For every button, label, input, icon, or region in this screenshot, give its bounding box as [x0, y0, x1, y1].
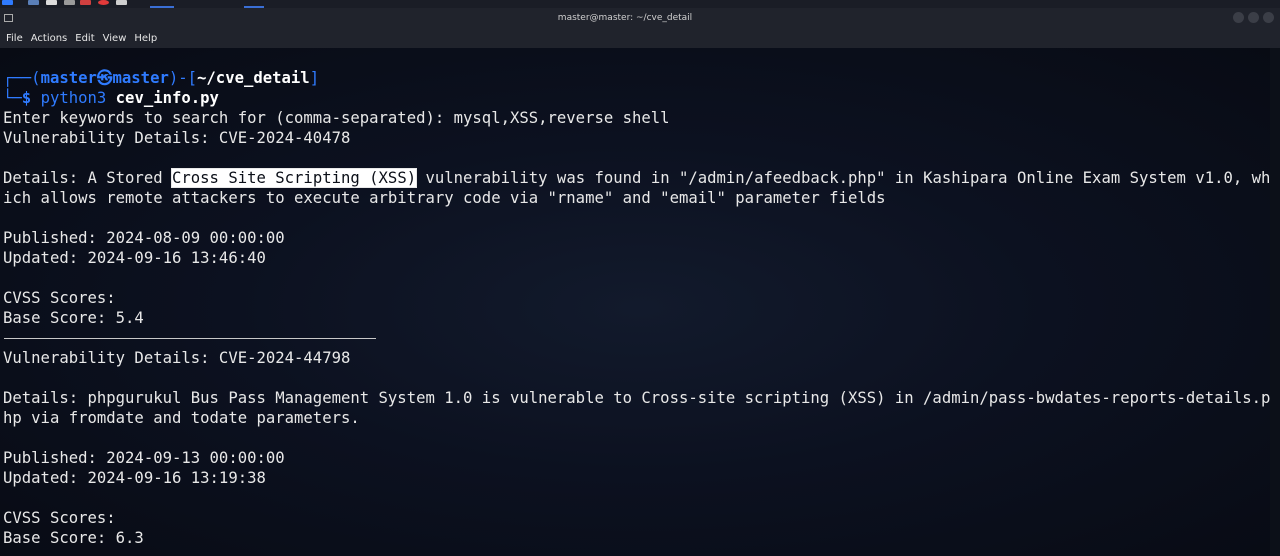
- menu-actions[interactable]: Actions: [31, 33, 68, 44]
- vuln1-updated: Updated: 2024-09-16 13:46:40: [3, 249, 266, 267]
- vuln1-details-suffix: vulnerability was found in "/admin/afeed…: [416, 169, 1271, 187]
- prompt-bracket-close: ]: [309, 69, 320, 87]
- vuln2-details-line1: Details: phpgurukul Bus Pass Management …: [3, 389, 1271, 407]
- vuln2-updated: Updated: 2024-09-16 13:19:38: [3, 469, 266, 487]
- prompt-at-icon: ㉿: [96, 69, 113, 87]
- window-icon[interactable]: [116, 0, 127, 5]
- terminal-launcher-icon[interactable]: [64, 0, 75, 5]
- menu-file[interactable]: File: [6, 33, 23, 44]
- terminal-output[interactable]: ┌──(master㉿master)-[~/cve_detail] └─$ py…: [0, 48, 1280, 556]
- minimize-button[interactable]: [1233, 12, 1244, 23]
- menu-edit[interactable]: Edit: [75, 33, 94, 44]
- menu-bar: File Actions Edit View Help: [0, 28, 1280, 48]
- vuln1-cvss-label: CVSS Scores:: [3, 289, 116, 307]
- close-button[interactable]: [1263, 12, 1274, 23]
- window-controls: [1233, 12, 1274, 23]
- vuln2-base-score: Base Score: 6.3: [3, 529, 144, 547]
- selected-text-highlight[interactable]: Cross Site Scripting (XSS): [170, 168, 418, 188]
- window-titlebar: master@master: ~/cve_detail: [0, 8, 1280, 28]
- desktop-panel: [0, 0, 1280, 8]
- vuln1-published: Published: 2024-08-09 00:00:00: [3, 229, 285, 247]
- file-manager-icon[interactable]: [28, 0, 39, 5]
- prompt-line-2: └─$ python3 cev_info.py: [3, 88, 219, 108]
- prompt-line-1: ┌──(master㉿master)-[~/cve_detail]: [3, 68, 319, 88]
- vuln2-header: Vulnerability Details: CVE-2024-44798: [3, 349, 351, 367]
- vuln1-base-score: Base Score: 5.4: [3, 309, 144, 327]
- maximize-button[interactable]: [1248, 12, 1259, 23]
- vuln1-header: Vulnerability Details: CVE-2024-40478: [3, 129, 351, 147]
- command-argument: cev_info.py: [106, 89, 219, 107]
- browser-icon[interactable]: [80, 0, 91, 5]
- app-menu-icon[interactable]: [2, 0, 13, 5]
- taskbar-item-1[interactable]: [150, 0, 174, 8]
- document-icon[interactable]: [46, 0, 57, 5]
- menu-help[interactable]: Help: [134, 33, 157, 44]
- window-title: master@master: ~/cve_detail: [557, 13, 693, 23]
- prompt-host: master: [112, 69, 169, 87]
- prompt-user: master: [40, 69, 97, 87]
- keywords-line: Enter keywords to search for (comma-sepa…: [3, 109, 670, 127]
- prompt-dollar: $: [21, 89, 41, 107]
- terminal-scrollbar[interactable]: [1270, 48, 1280, 556]
- prompt-bracket-open: )-[: [168, 69, 198, 87]
- taskbar-item-2[interactable]: [244, 0, 264, 8]
- vuln2-published: Published: 2024-09-13 00:00:00: [3, 449, 285, 467]
- vuln2-details-line2: hp via fromdate and todate parameters.: [3, 409, 360, 427]
- prompt-path: ~/cve_detail: [197, 69, 310, 87]
- vuln1-details-line1: Details: A Stored Cross Site Scripting (…: [3, 168, 1270, 188]
- command-name: python3: [40, 89, 107, 107]
- vuln2-cvss-label: CVSS Scores:: [3, 509, 116, 527]
- menu-view[interactable]: View: [103, 33, 127, 44]
- vuln1-details-prefix: Details: A Stored: [3, 169, 172, 187]
- separator-line: [4, 338, 376, 339]
- record-icon[interactable]: [98, 0, 109, 5]
- prompt-corner: ┌──(: [3, 69, 41, 87]
- prompt-corner-bottom: └─: [3, 89, 22, 107]
- vuln1-details-line2: ich allows remote attackers to execute a…: [3, 189, 886, 207]
